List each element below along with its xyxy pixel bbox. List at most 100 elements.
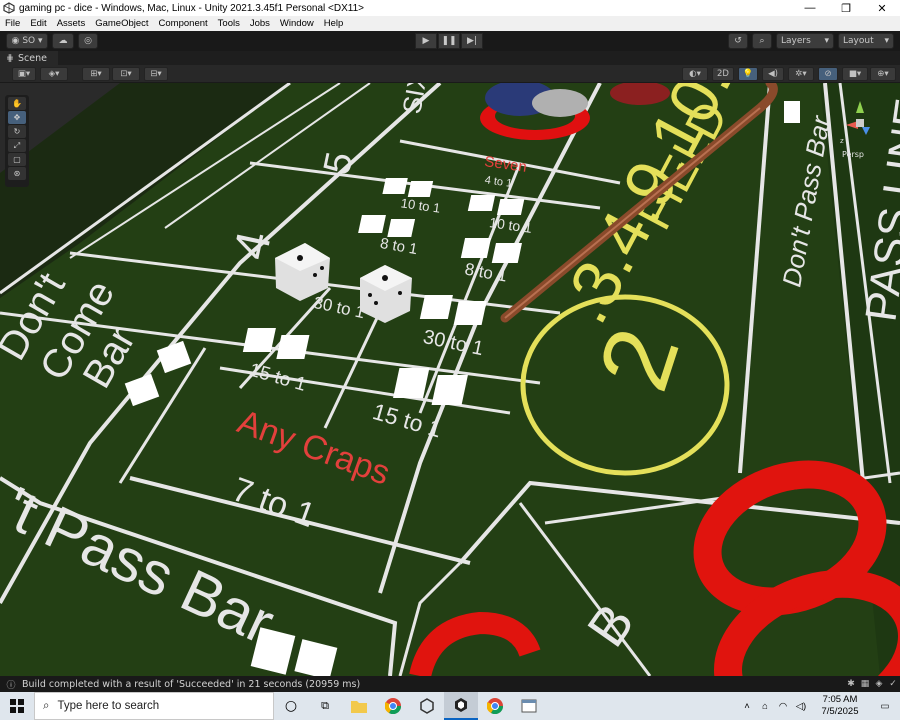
clock-time: 7:05 AM (822, 694, 858, 705)
render-mode-button[interactable]: ◐▾ (682, 67, 708, 81)
menu-gameobject[interactable]: GameObject (95, 18, 148, 29)
menu-component[interactable]: Component (159, 18, 208, 29)
pause-icon: ❚❚ (441, 36, 457, 46)
grid-snap-button[interactable]: ⊡▾ (112, 67, 140, 81)
rect-tool-button[interactable]: ▢ (8, 153, 26, 166)
audio-toggle[interactable]: ◀) (762, 67, 784, 81)
ruler-icon: ⊟▾ (150, 69, 162, 79)
scale-tool-button[interactable]: ⤢ (8, 139, 26, 152)
account-dropdown[interactable]: ◉ SO ▾ (6, 33, 48, 49)
start-button[interactable] (0, 692, 34, 720)
taskbar-search-box[interactable]: ⌕ Type here to search (34, 692, 274, 720)
scene-viewport[interactable]: .3.4.9.10.1 FIELD 2 Don't Pass Bar PASS … (0, 83, 900, 676)
dice-pair-icon (453, 301, 487, 325)
cortana-button[interactable]: ○ (274, 692, 308, 720)
die-pip (382, 275, 388, 281)
rotate-tool-button[interactable]: ↻ (8, 125, 26, 138)
persp-label[interactable]: Persp (842, 150, 864, 159)
draw-mode-button[interactable]: ▣▾ (12, 67, 36, 81)
window-title: gaming pc - dice - Windows, Mac, Linux -… (19, 2, 364, 14)
network-icon[interactable]: ⌂ (758, 701, 772, 712)
tab-scene[interactable]: ⋕ Scene (0, 51, 58, 65)
menu-assets[interactable]: Assets (57, 18, 86, 29)
camera-settings-button[interactable]: ■▾ (842, 67, 868, 81)
visibility-toggle[interactable]: ⊘ (818, 67, 838, 81)
menu-bar: File Edit Assets GameObject Component To… (0, 16, 900, 31)
debug-icon[interactable]: ✱ (844, 677, 858, 691)
move-tool-button[interactable]: ✥ (8, 111, 26, 124)
audio-icon: ◀) (768, 69, 778, 79)
collab-button[interactable]: ◎ (78, 33, 98, 49)
search-button[interactable]: ⌕ (752, 33, 772, 49)
dice-pair-icon (382, 178, 408, 194)
menu-help[interactable]: Help (324, 18, 344, 29)
clock[interactable]: 7:05 AM 7/5/2025 (814, 694, 866, 718)
snap-settings-button[interactable]: ⊟▾ (144, 67, 168, 81)
chrome-icon (487, 698, 503, 714)
unity-app-icon (3, 2, 15, 14)
main-toolbar: ◉ SO ▾ ☁ ◎ ▶ ❚❚ ▶| ↺ ⌕ Layers ▾ Layout ▾ (0, 31, 900, 51)
maximize-button[interactable]: ❐ (828, 0, 864, 16)
shield-icon[interactable]: ◈ (872, 677, 886, 691)
file-explorer-button[interactable] (342, 692, 376, 720)
chevron-up-icon[interactable]: ˄ (740, 701, 754, 712)
menu-jobs[interactable]: Jobs (250, 18, 270, 29)
windows-taskbar: ⌕ Type here to search ○ ⧉ ˄ ⌂ ◠ ◁) 7:05 … (0, 692, 900, 720)
dice-pair-icon (784, 101, 800, 123)
unity-editor-button[interactable] (444, 692, 478, 720)
unity-icon (455, 698, 467, 712)
windows-logo-icon (10, 699, 24, 713)
dice-pair-icon (460, 238, 492, 258)
status-bar: ⓘ Build completed with a result of 'Succ… (0, 676, 900, 692)
lighting-toggle[interactable]: 💡 (738, 67, 758, 81)
eye-slash-icon: ⊘ (824, 69, 832, 79)
menu-tools[interactable]: Tools (218, 18, 240, 29)
gizmos-button[interactable]: ⊕▾ (870, 67, 896, 81)
mode-2d-button[interactable]: 2D (712, 67, 734, 81)
notification-button[interactable]: ▭ (870, 692, 900, 720)
draw-mode-icon: ▣▾ (17, 69, 31, 79)
menu-edit[interactable]: Edit (30, 18, 46, 29)
gizmo-center[interactable] (856, 119, 864, 127)
layout-dropdown[interactable]: Layout ▾ (838, 33, 894, 49)
progress-icon[interactable]: ▦ (858, 677, 872, 691)
move-icon: ✥ (13, 113, 21, 122)
volume-icon[interactable]: ◁) (794, 701, 808, 712)
hand-tool-button[interactable]: ✋ (8, 97, 26, 110)
tab-scene-label: Scene (17, 52, 47, 64)
app-window-button[interactable] (512, 692, 546, 720)
dice-pair-icon (276, 335, 310, 359)
task-view-button[interactable]: ⧉ (308, 692, 342, 720)
pivot-button[interactable]: ⊞▾ (82, 67, 110, 81)
transform-tool-button[interactable]: ⊛ (8, 167, 26, 180)
effects-button[interactable]: ✲▾ (788, 67, 814, 81)
shading-button[interactable]: ◈▾ (40, 67, 68, 81)
menu-file[interactable]: File (5, 18, 20, 29)
step-button[interactable]: ▶| (461, 33, 483, 49)
layers-dropdown[interactable]: Layers ▾ (776, 33, 834, 49)
chrome-button[interactable] (376, 692, 410, 720)
gizmo-z-axis[interactable] (862, 127, 870, 135)
minimize-button[interactable]: — (792, 0, 828, 16)
play-button[interactable]: ▶ (415, 33, 437, 49)
gizmo-y-axis[interactable] (856, 101, 864, 113)
pause-button[interactable]: ❚❚ (438, 33, 460, 49)
unity-hub-button[interactable] (410, 692, 444, 720)
wifi-icon[interactable]: ◠ (776, 701, 790, 712)
cloud-icon: ☁ (58, 36, 68, 46)
checkmark-icon[interactable]: ✓ (886, 677, 900, 691)
account-label: SO ▾ (22, 36, 43, 46)
cloud-button[interactable]: ☁ (52, 33, 74, 49)
play-controls: ▶ ❚❚ ▶| (415, 33, 483, 49)
close-button[interactable]: ✕ (864, 0, 900, 16)
unity-hub-icon (420, 698, 434, 714)
globe-icon: ⊕▾ (877, 69, 889, 79)
layout-label: Layout (843, 36, 874, 46)
menu-window[interactable]: Window (280, 18, 314, 29)
grid-snap-icon: ⊡▾ (120, 69, 132, 79)
chevron-down-icon: ▾ (884, 36, 889, 46)
tab-strip: ⋕ Scene (0, 51, 900, 65)
chrome-profile-button[interactable] (478, 692, 512, 720)
history-button[interactable]: ↺ (728, 33, 748, 49)
status-message[interactable]: Build completed with a result of 'Succee… (22, 679, 844, 690)
